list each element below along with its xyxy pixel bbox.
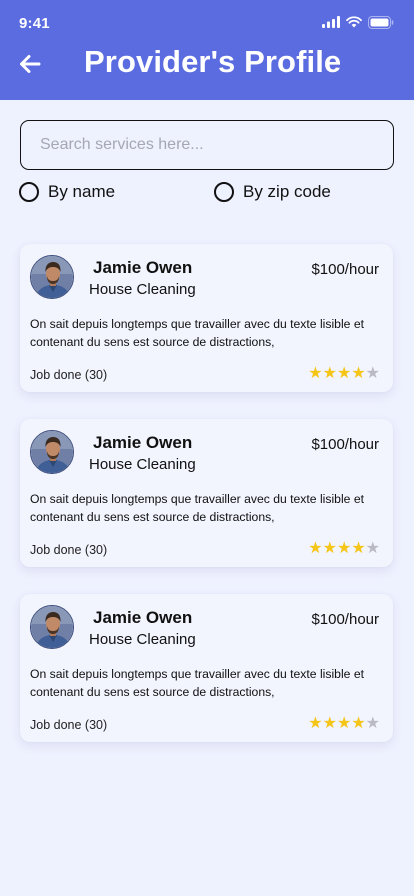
avatar [30, 430, 74, 474]
provider-description: On sait depuis longtemps que travailler … [30, 667, 364, 699]
search-input[interactable] [40, 136, 393, 154]
star-rating: ★ ★ ★ ★ ★ [308, 540, 380, 558]
star-icon: ★ [308, 540, 323, 557]
provider-service: House Cleaning [89, 456, 196, 473]
radio-circle[interactable] [19, 182, 39, 202]
provider-price: $100/hour [311, 436, 379, 453]
star-icon: ★ [365, 540, 380, 557]
star-rating: ★ ★ ★ ★ ★ [308, 715, 380, 733]
app-header: 9:41 Provider's Profile [0, 0, 414, 100]
provider-name: Jamie Owen [93, 258, 193, 277]
jobs-done: Job done (30) [30, 368, 108, 382]
wifi-icon [346, 16, 362, 28]
search-box[interactable] [20, 120, 394, 170]
star-icon: ★ [308, 715, 323, 732]
page-title: Provider's Profile [84, 44, 342, 79]
radio-circle[interactable] [214, 182, 234, 202]
battery-icon [368, 15, 394, 29]
star-icon: ★ [308, 365, 323, 382]
signal-icon [322, 16, 340, 28]
status-time: 9:41 [19, 15, 50, 32]
avatar [30, 605, 74, 649]
provider-price: $100/hour [311, 261, 379, 278]
jobs-done: Job done (30) [30, 718, 108, 732]
star-icon: ★ [365, 365, 380, 382]
star-icon: ★ [322, 365, 337, 382]
star-icon: ★ [351, 540, 366, 557]
star-icon: ★ [336, 365, 352, 382]
provider-description: On sait depuis longtemps que travailler … [30, 492, 364, 524]
star-rating: ★ ★ ★ ★ ★ [308, 365, 380, 383]
provider-card[interactable]: Jamie Owen House Cleaning $100/hour On s… [20, 419, 393, 567]
filter-by-zip-label: By zip code [243, 182, 331, 201]
status-bar: 9:41 [0, 0, 414, 48]
provider-name: Jamie Owen [93, 433, 193, 452]
provider-description: On sait depuis longtemps que travailler … [30, 317, 364, 349]
provider-price: $100/hour [311, 611, 379, 628]
star-icon: ★ [365, 715, 380, 732]
back-button[interactable] [16, 50, 44, 78]
avatar [30, 255, 74, 299]
provider-card[interactable]: Jamie Owen House Cleaning $100/hour On s… [20, 244, 393, 392]
provider-service: House Cleaning [89, 631, 196, 648]
status-icons [322, 14, 394, 30]
filter-by-zip-radio[interactable]: By zip code [214, 181, 331, 203]
provider-card[interactable]: Jamie Owen House Cleaning $100/hour On s… [20, 594, 393, 742]
star-icon: ★ [322, 715, 337, 732]
star-icon: ★ [322, 540, 337, 557]
jobs-done: Job done (30) [30, 543, 108, 557]
arrow-left-icon [20, 55, 41, 73]
filter-by-name-label: By name [48, 182, 116, 201]
provider-service: House Cleaning [89, 281, 196, 298]
star-icon: ★ [336, 540, 352, 557]
provider-name: Jamie Owen [93, 608, 193, 627]
star-icon: ★ [351, 365, 366, 382]
filter-by-name-radio[interactable]: By name [19, 181, 115, 203]
star-icon: ★ [351, 715, 366, 732]
star-icon: ★ [336, 715, 352, 732]
